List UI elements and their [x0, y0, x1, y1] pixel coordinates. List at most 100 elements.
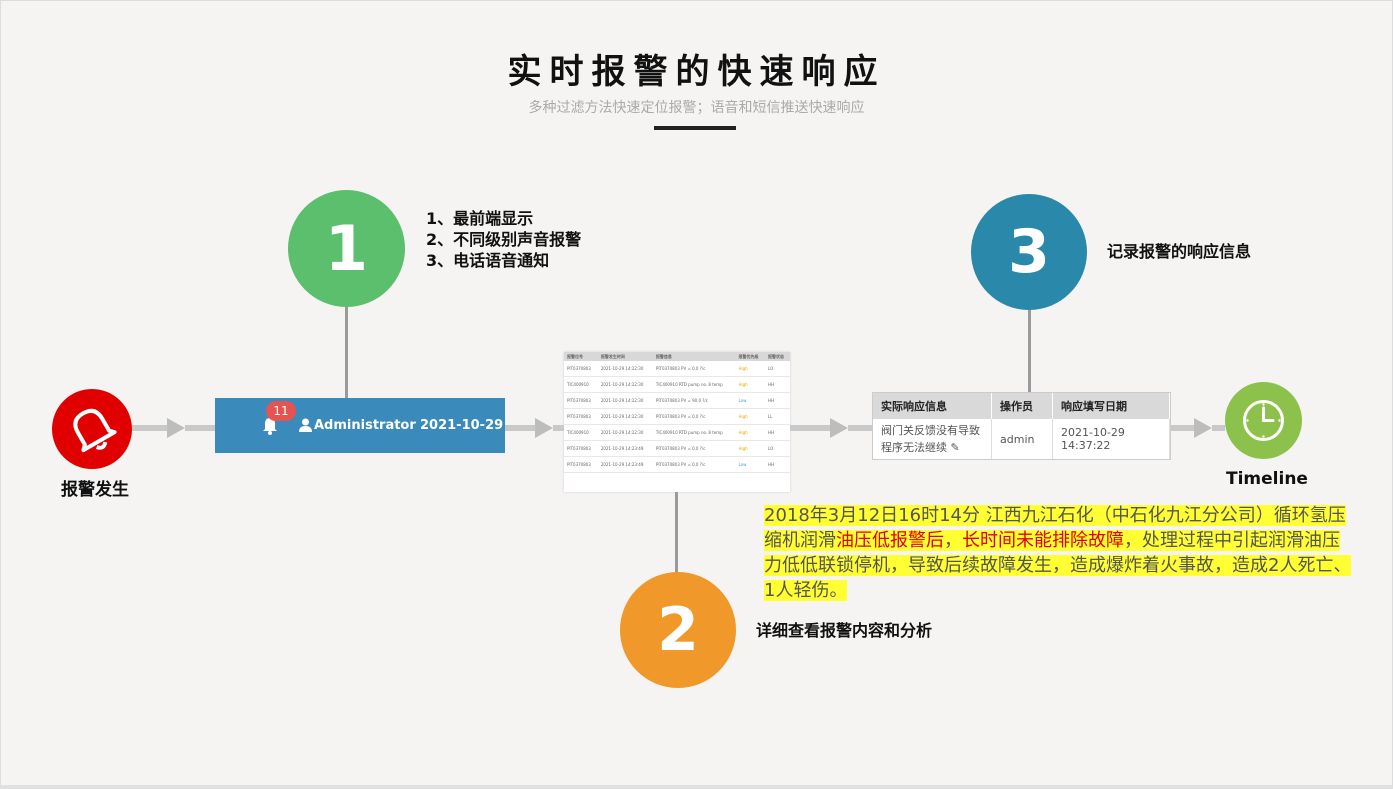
table-cell: TIC400910: [564, 424, 598, 441]
table-row[interactable]: TIC400910 2021-10-29 14:22:30 TIC400910 RT…: [564, 376, 790, 393]
column-header: 报警发生时间: [597, 352, 653, 361]
table-cell: HH: [765, 392, 790, 409]
table-cell: LO: [765, 361, 790, 377]
arrow-icon: [167, 418, 185, 438]
table-row[interactable]: PIT0370803 2021-10-29 14:23:49 PIT0370803 …: [564, 440, 790, 457]
column-header: 操作员: [991, 393, 1053, 419]
column-header: 报警优先级: [735, 352, 765, 361]
table-cell: PIT0370803: [564, 456, 598, 473]
response-table: 实际响应信息 操作员 响应填写日期 阀门关反馈没有导致程序无法继续 ✎ admi…: [872, 392, 1171, 460]
arrow-icon: [1194, 418, 1212, 438]
step-2-circle: 2: [620, 572, 736, 688]
alarm-label: 报警发生: [61, 480, 129, 500]
connector-line: [848, 425, 872, 431]
timeline-label: Timeline: [1226, 469, 1308, 489]
table-cell: 2021-10-29 14:23:49: [597, 456, 653, 473]
connector-line: [1170, 425, 1194, 431]
page-subtitle: 多种过滤方法快速定位报警；语音和短信推送快速响应: [528, 100, 865, 116]
step-1-number: 1: [324, 212, 369, 285]
connector-line: [132, 425, 167, 431]
table-header-row: 报警位号 报警发生时间 报警信息 报警优先级 报警状态: [564, 352, 790, 361]
table-row[interactable]: PIT0370803 2021-10-29 14:22:30 PIT0370803 …: [564, 408, 790, 425]
table-cell: 2021-10-29 14:22:30: [597, 392, 653, 409]
table-row[interactable]: TIC400910 2021-10-29 14:22:30 TIC400910 RT…: [564, 424, 790, 441]
timeline-circle: [1225, 382, 1302, 459]
table-cell: High: [735, 376, 765, 393]
column-header: 报警位号: [564, 352, 598, 361]
connector-line: [185, 425, 215, 431]
table-cell: PIT0370803 PV = 0.0 ?/c: [652, 361, 736, 377]
step-1-circle: 1: [288, 190, 405, 307]
step-3-number: 3: [1008, 217, 1050, 287]
admin-username[interactable]: Administrator: [314, 418, 416, 433]
table-cell: PIT0370803 PV = 0.0 ?/c: [652, 440, 736, 457]
incident-text-red1: 油压低报警后: [836, 530, 944, 551]
table-cell: 2021-10-29 14:22:30: [597, 376, 653, 393]
table-cell: PIT0370803 PV = 90.0 ?/c: [652, 392, 736, 409]
table-cell: 2021-10-29 14:22:30: [597, 408, 653, 425]
table-cell: HH: [765, 424, 790, 441]
table-row[interactable]: 阀门关反馈没有导致程序无法继续 ✎ admin 2021-10-29 14:37…: [873, 419, 1170, 459]
table-cell: LL: [765, 408, 790, 425]
table-cell: PIT0370803: [564, 440, 598, 457]
table-cell: Low: [735, 392, 765, 409]
table-cell: PIT0370803 PV = 0.0 ?/c: [652, 408, 736, 425]
connector-line: [790, 425, 830, 431]
table-cell: High: [735, 424, 765, 441]
connector-line: [1212, 425, 1225, 431]
alarm-list-table: 报警位号 报警发生时间 报警信息 报警优先级 报警状态 PIT0370803 20…: [564, 352, 790, 492]
response-date-cell: 2021-10-29 14:37:22: [1052, 419, 1170, 459]
table-cell: High: [735, 408, 765, 425]
user-icon: [299, 418, 312, 432]
page-title: 实时报警的快速响应: [507, 52, 886, 92]
incident-text-separator: ，: [944, 530, 962, 551]
table-cell: High: [735, 440, 765, 457]
table-cell: HH: [765, 376, 790, 393]
incident-text-red2: 长时间未能排除故障: [962, 530, 1124, 551]
table-cell: 2021-10-29 14:22:30: [597, 361, 653, 377]
table-row[interactable]: PIT0370803 2021-10-29 14:23:49 PIT0370803 …: [564, 456, 790, 473]
column-header: 响应填写日期: [1052, 393, 1170, 419]
table-cell: PIT0370803: [564, 408, 598, 425]
table-cell: TIC400910 RTD pump no. 8 temp: [652, 424, 736, 441]
incident-description: 2018年3月12日16时14分 江西九江石化（中石化九江分公司）循环氢压缩机润…: [764, 503, 1356, 603]
arrow-icon: [830, 418, 848, 438]
step-1-note-1: 1、最前端显示: [426, 209, 534, 228]
table-cell: Low: [735, 456, 765, 473]
clock-icon: [1243, 400, 1284, 441]
table-row[interactable]: PIT0370803 2021-10-29 14:22:30 PIT0370803 …: [564, 392, 790, 409]
step-1-connector: [345, 307, 348, 398]
table-cell: 2021-10-29 14:23:49: [597, 440, 653, 457]
table-cell: PIT0370803: [564, 392, 598, 409]
column-header: 报警信息: [652, 352, 736, 361]
column-header: 实际响应信息: [873, 393, 992, 419]
table-row[interactable]: PIT0370803 2021-10-29 14:22:30 PIT0370803 …: [564, 361, 790, 377]
operator-cell: admin: [991, 419, 1053, 459]
step-1-note-3: 3、电话语音通知: [426, 251, 550, 270]
step-2-note: 详细查看报警内容和分析: [756, 621, 933, 640]
notification-badge[interactable]: 11: [266, 401, 296, 421]
response-info-cell[interactable]: 阀门关反馈没有导致程序无法继续 ✎: [873, 419, 992, 459]
table-cell: TIC400910 RTD pump no. 8 temp: [652, 376, 736, 393]
table-cell: TIC400910: [564, 376, 598, 393]
connector-line: [505, 425, 535, 431]
step-1-note-2: 2、不同级别声音报警: [426, 230, 582, 249]
table-cell: PIT0370803: [564, 361, 598, 377]
step-3-circle: 3: [971, 194, 1087, 310]
step-2-number: 2: [657, 595, 699, 665]
table-cell: HH: [765, 456, 790, 473]
arrow-icon: [535, 418, 553, 438]
table-cell: PIT0370803 PV = 0.0 ?/c: [652, 456, 736, 473]
step-3-note: 记录报警的响应信息: [1107, 242, 1252, 261]
table-header-row: 实际响应信息 操作员 响应填写日期: [873, 393, 1170, 419]
table-cell: 2021-10-29 14:22:30: [597, 424, 653, 441]
bell-icon: [73, 408, 117, 453]
step-2-connector: [675, 492, 678, 573]
column-header: 报警状态: [765, 352, 790, 361]
step-3-connector: [1028, 310, 1031, 392]
title-underline: [654, 126, 736, 130]
connector-line: [553, 425, 564, 431]
admin-date: 2021-10-29: [420, 418, 504, 433]
admin-header-bar: Administrator 2021-10-29: [215, 398, 505, 453]
table-cell: High: [735, 361, 765, 377]
